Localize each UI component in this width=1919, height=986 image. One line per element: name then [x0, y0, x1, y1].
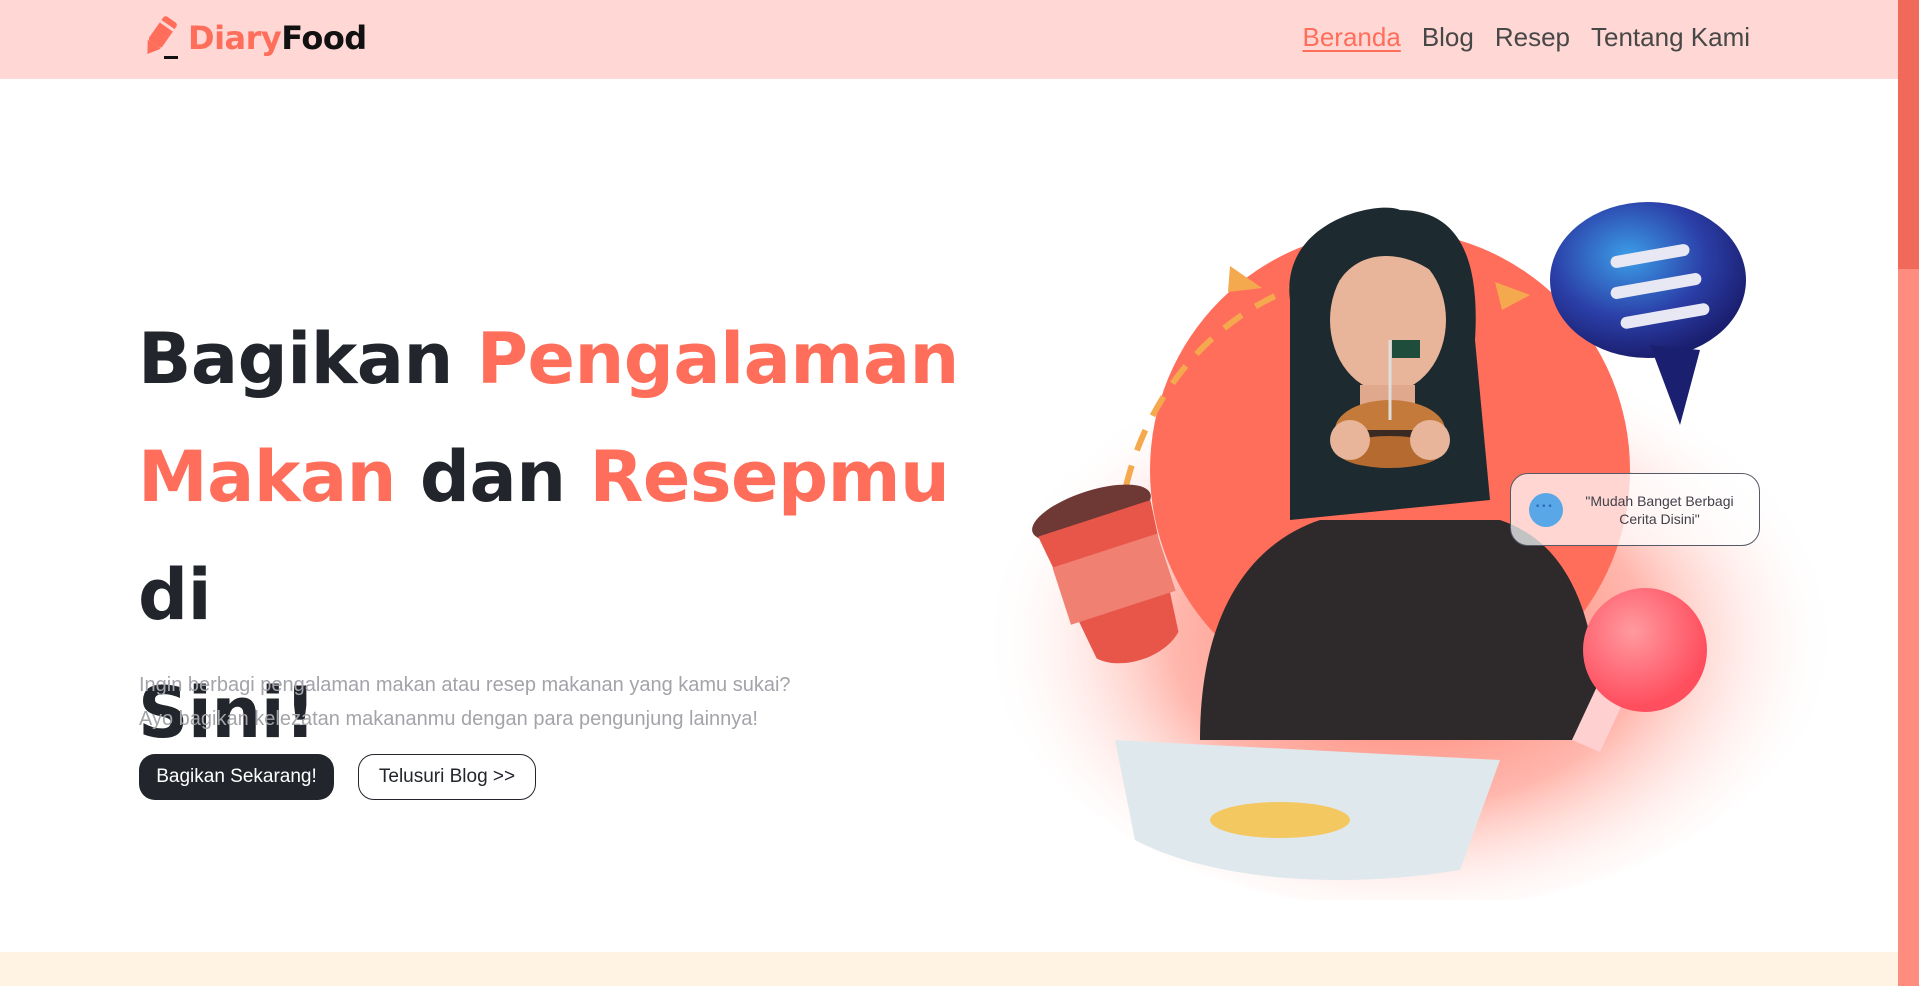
chat-avatar-icon: [1529, 492, 1563, 527]
brand-name-part2: Food: [281, 19, 367, 57]
scrollbar-thumb[interactable]: [1898, 0, 1919, 269]
next-section-strip: [0, 952, 1898, 986]
scrollbar[interactable]: [1898, 0, 1919, 986]
pencil-icon: [147, 16, 178, 59]
brand-logo[interactable]: DiaryFood: [138, 14, 367, 62]
share-now-button[interactable]: Bagikan Sekarang!: [139, 754, 334, 800]
hero-subtitle-line2: Ayo bagikan kelezatan makananmu dengan p…: [139, 708, 758, 730]
fries: [1210, 802, 1350, 838]
nav-item-blog[interactable]: Blog: [1422, 22, 1474, 53]
nav-item-tentang-kami[interactable]: Tentang Kami: [1591, 22, 1750, 53]
hero-subtitle: Ingin berbagi pengalaman makan atau rese…: [139, 668, 839, 736]
browse-blog-button[interactable]: Telusuri Blog >>: [358, 754, 536, 800]
brand-name: DiaryFood: [188, 19, 367, 57]
testimonial-card: "Mudah Banget Berbagi Cerita Disini": [1510, 473, 1760, 546]
nav-item-resep[interactable]: Resep: [1495, 22, 1570, 53]
navbar: DiaryFood Beranda Blog Resep Tentang Kam…: [0, 0, 1898, 79]
hero-title-highlight: Pengalaman: [476, 318, 960, 400]
hero-title-highlight: Makan: [138, 436, 397, 518]
hero-title-highlight: Resepmu: [589, 436, 950, 518]
hero-title-word: dan: [396, 436, 590, 518]
hero-subtitle-line1: Ingin berbagi pengalaman makan atau rese…: [139, 674, 791, 696]
testimonial-text: "Mudah Banget Berbagi Cerita Disini": [1585, 492, 1734, 527]
brand-name-part1: Diary: [188, 19, 282, 57]
hero-title-word: di: [138, 554, 212, 636]
nav-item-beranda[interactable]: Beranda: [1303, 22, 1401, 53]
hero-title-word: Bagikan: [138, 318, 477, 400]
main-nav: Beranda Blog Resep Tentang Kami: [1303, 22, 1751, 53]
